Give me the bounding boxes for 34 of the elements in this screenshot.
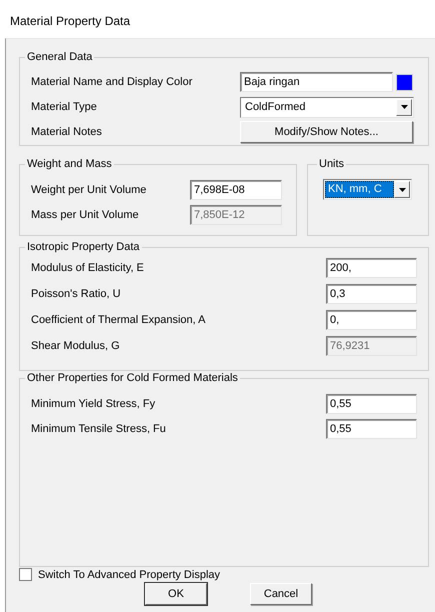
- input-field[interactable]: 0,: [326, 310, 417, 330]
- group-title: Units: [318, 158, 346, 171]
- field-label: Material Name and Display Color: [31, 76, 194, 88]
- ok-button[interactable]: OK: [145, 583, 207, 605]
- dropdown[interactable]: KN, mm, C: [323, 179, 412, 200]
- input-field[interactable]: 200,: [326, 258, 417, 278]
- field-label: Weight per Unit Volume: [31, 184, 148, 196]
- checkbox-label: Switch To Advanced Property Display: [38, 568, 220, 580]
- field-label: Poisson's Ratio, U: [31, 288, 121, 300]
- input-field[interactable]: Baja ringan: [240, 72, 393, 92]
- input-field[interactable]: 0,55: [326, 419, 417, 439]
- field-label: Minimum Tensile Stress, Fu: [31, 423, 166, 435]
- cancel-button[interactable]: Cancel: [250, 583, 312, 605]
- group-title: Isotropic Property Data: [26, 241, 140, 254]
- caret-icon: [400, 105, 408, 109]
- field-label: Shear Modulus, G: [31, 340, 120, 352]
- field-label: Material Type: [31, 101, 98, 113]
- field-label: Minimum Yield Stress, Fy: [31, 398, 156, 410]
- input-field[interactable]: 0,3: [326, 284, 417, 304]
- notes-button[interactable]: Modify/Show Notes...: [240, 121, 413, 143]
- window-title: Material Property Data: [10, 14, 130, 28]
- input-field[interactable]: 0,55: [326, 394, 417, 414]
- group-title: Other Properties for Cold Formed Materials: [26, 372, 239, 385]
- checkbox[interactable]: [19, 568, 32, 581]
- group-title: General Data: [26, 51, 94, 64]
- field-label: Modulus of Elasticity, E: [31, 262, 144, 274]
- field-label: Mass per Unit Volume: [31, 209, 140, 221]
- color-swatch[interactable]: [396, 74, 413, 90]
- field-label: Coefficient of Thermal Expansion, A: [31, 314, 206, 326]
- caret-icon: [398, 188, 406, 192]
- input-field[interactable]: 7,698E-08: [190, 180, 282, 200]
- dropdown[interactable]: ColdFormed: [240, 96, 414, 118]
- group-title: Weight and Mass: [26, 158, 113, 171]
- field-label: Material Notes: [31, 126, 103, 138]
